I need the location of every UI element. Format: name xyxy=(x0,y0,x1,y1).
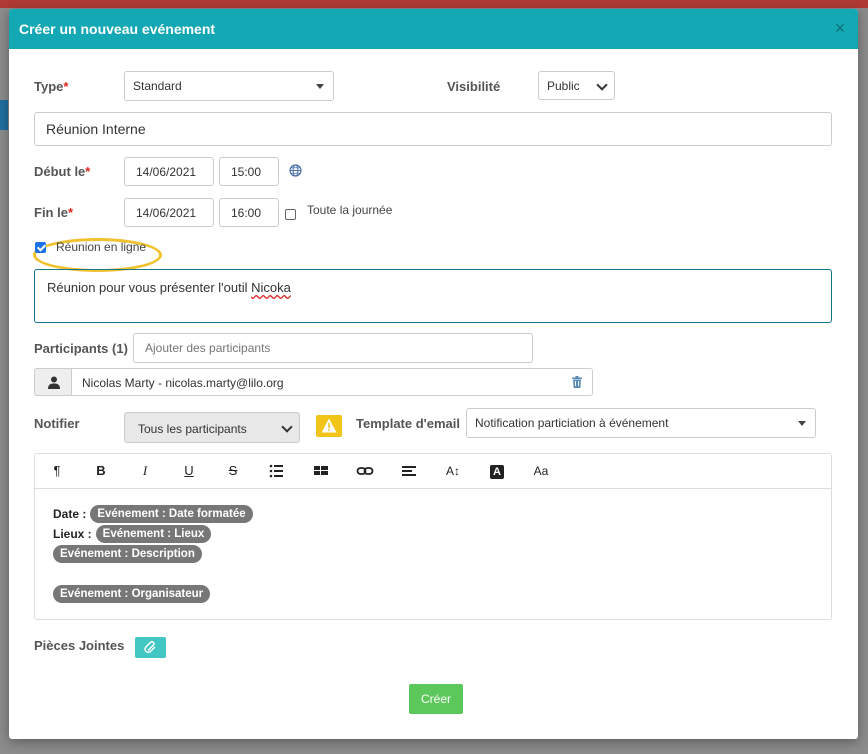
place-label: Lieux : xyxy=(53,527,92,541)
paperclip-icon xyxy=(144,641,156,654)
participants-search-input[interactable]: Ajouter des participants xyxy=(133,333,533,363)
organizer-tag: Evénement : Organisateur xyxy=(53,585,211,603)
font-size-icon[interactable]: A↕ xyxy=(443,462,463,480)
notify-select-value: Tous les participants xyxy=(138,422,247,436)
description-value: Réunion pour vous présenter l'outil Nico… xyxy=(47,280,291,295)
create-event-modal: Créer un nouveau evénement × Type* Stand… xyxy=(9,9,858,739)
user-icon xyxy=(48,376,60,389)
start-time-value: 15:00 xyxy=(231,164,262,179)
participants-label: Participants (1) xyxy=(34,341,128,356)
editor-line-date: Date : Evénement : Date formatée xyxy=(53,504,253,524)
bold-icon[interactable]: B xyxy=(91,462,111,480)
participant-avatar xyxy=(34,368,72,396)
underline-icon[interactable]: U xyxy=(179,462,199,480)
editor-toolbar: ¶ B I U S A↕ A Aa xyxy=(35,454,831,489)
editor-line-empty xyxy=(53,564,253,584)
trash-icon[interactable] xyxy=(572,376,582,388)
attachments-label: Pièces Jointes xyxy=(34,638,125,653)
place-tag: Evénement : Lieux xyxy=(95,525,212,543)
end-date-value: 14/06/2021 xyxy=(136,205,197,220)
editor-line-description: Evénement : Description xyxy=(53,544,253,564)
online-meeting-label: Réunion en ligne xyxy=(56,240,147,254)
description-textarea[interactable]: Réunion pour vous présenter l'outil Nico… xyxy=(34,269,832,323)
end-label: Fin le* xyxy=(34,205,74,220)
editor-line-organizer: Evénement : Organisateur xyxy=(53,584,253,604)
start-time-input[interactable]: 15:00 xyxy=(219,157,279,186)
editor-content: Date : Evénement : Date formatée Lieux :… xyxy=(53,504,253,604)
bulleted-list-icon[interactable] xyxy=(267,462,287,480)
visibility-select-value: Public xyxy=(547,78,580,93)
caret-down-icon xyxy=(798,421,806,426)
link-icon[interactable] xyxy=(355,462,375,480)
paragraph-icon[interactable]: ¶ xyxy=(47,462,67,480)
chevron-down-icon xyxy=(596,78,608,91)
all-day-label: Toute la journée xyxy=(307,203,393,217)
align-left-icon[interactable] xyxy=(399,462,419,480)
table-icon[interactable] xyxy=(311,462,331,480)
end-time-value: 16:00 xyxy=(231,205,262,220)
description-tag: Evénement : Description xyxy=(53,545,202,563)
text-color-glyph: A xyxy=(490,465,504,479)
type-select[interactable]: Standard xyxy=(124,71,334,101)
type-label: Type* xyxy=(34,79,69,94)
notify-label: Notifier xyxy=(34,416,80,431)
all-day-checkbox[interactable] xyxy=(285,209,296,220)
background-element xyxy=(0,100,8,130)
font-case-icon[interactable]: Aa xyxy=(531,462,551,480)
background-header-strip xyxy=(0,0,868,8)
visibility-label: Visibilité xyxy=(447,79,501,94)
text-color-icon[interactable]: A xyxy=(487,462,507,480)
caret-down-icon xyxy=(316,84,324,89)
email-template-label: Template d'email xyxy=(356,416,460,431)
event-title-input[interactable]: Réunion Interne xyxy=(34,112,832,146)
start-label: Début le* xyxy=(34,164,91,179)
email-template-select[interactable]: Notification particiation à événement xyxy=(466,408,816,438)
date-label: Date : xyxy=(53,507,87,521)
visibility-select[interactable]: Public xyxy=(538,71,615,100)
strikethrough-icon[interactable]: S xyxy=(223,462,243,480)
globe-icon[interactable] xyxy=(289,164,302,177)
close-icon[interactable]: × xyxy=(832,19,848,37)
create-button[interactable]: Créer xyxy=(409,684,463,714)
modal-header: Créer un nouveau evénement × xyxy=(9,9,858,49)
email-template-value: Notification particiation à événement xyxy=(475,416,669,430)
italic-icon[interactable]: I xyxy=(135,462,155,480)
event-title-value: Réunion Interne xyxy=(46,121,146,137)
start-date-input[interactable]: 14/06/2021 xyxy=(124,157,214,186)
participants-placeholder: Ajouter des participants xyxy=(145,341,271,355)
modal-title: Créer un nouveau evénement xyxy=(19,21,216,37)
end-time-input[interactable]: 16:00 xyxy=(219,198,279,227)
warning-icon xyxy=(316,415,342,437)
end-date-input[interactable]: 14/06/2021 xyxy=(124,198,214,227)
online-meeting-checkbox[interactable] xyxy=(35,242,46,253)
participant-row: Nicolas Marty - nicolas.marty@lilo.org xyxy=(71,368,593,396)
attach-button[interactable] xyxy=(135,637,166,658)
participant-name: Nicolas Marty - nicolas.marty@lilo.org xyxy=(82,376,284,390)
date-tag: Evénement : Date formatée xyxy=(90,505,253,523)
rich-text-editor[interactable]: ¶ B I U S A↕ A Aa Date: Evénement: Dat… xyxy=(34,453,832,620)
notify-select[interactable]: Tous les participants xyxy=(124,412,300,443)
type-select-value: Standard xyxy=(133,79,182,93)
start-date-value: 14/06/2021 xyxy=(136,164,197,179)
chevron-down-icon xyxy=(281,420,293,433)
editor-line-place: Lieux : Evénement : Lieux xyxy=(53,524,253,544)
